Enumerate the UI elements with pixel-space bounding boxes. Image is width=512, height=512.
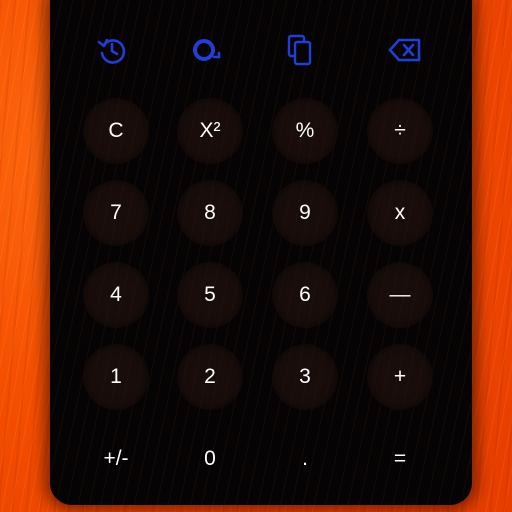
square-button[interactable]: X² xyxy=(177,98,243,164)
backspace-button[interactable] xyxy=(383,28,427,72)
digit-3-button[interactable]: 3 xyxy=(272,344,338,410)
subtract-button[interactable]: — xyxy=(367,262,433,328)
digit-5-button[interactable]: 5 xyxy=(177,262,243,328)
equals-button[interactable]: = xyxy=(367,426,433,492)
digit-0-button[interactable]: 0 xyxy=(177,426,243,492)
digit-4-button[interactable]: 4 xyxy=(83,262,149,328)
unit-converter-icon xyxy=(193,39,221,61)
copy-button[interactable] xyxy=(278,28,322,72)
digit-9-button[interactable]: 9 xyxy=(272,180,338,246)
calculator-panel: C X² % ÷ 7 8 9 x 4 5 6 — 1 2 3 + +/- 0 .… xyxy=(50,0,472,505)
digit-1-button[interactable]: 1 xyxy=(83,344,149,410)
digit-2-button[interactable]: 2 xyxy=(177,344,243,410)
toolbar xyxy=(50,28,472,72)
clear-button[interactable]: C xyxy=(83,98,149,164)
decimal-button[interactable]: . xyxy=(272,426,338,492)
add-button[interactable]: + xyxy=(367,344,433,410)
divide-button[interactable]: ÷ xyxy=(367,98,433,164)
unit-converter-button[interactable] xyxy=(184,28,228,72)
digit-6-button[interactable]: 6 xyxy=(272,262,338,328)
multiply-button[interactable]: x xyxy=(367,180,433,246)
digit-7-button[interactable]: 7 xyxy=(83,180,149,246)
backspace-icon xyxy=(388,38,421,62)
digit-8-button[interactable]: 8 xyxy=(177,180,243,246)
percent-button[interactable]: % xyxy=(272,98,338,164)
history-button[interactable] xyxy=(90,28,134,72)
copy-icon xyxy=(287,34,312,66)
history-icon xyxy=(97,38,126,64)
negate-button[interactable]: +/- xyxy=(83,426,149,492)
